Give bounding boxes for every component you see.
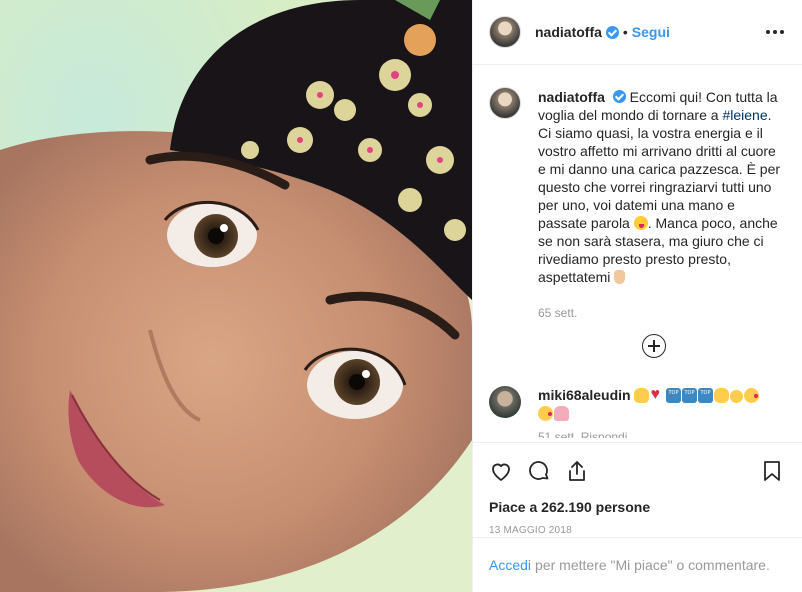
top-emoji-icon bbox=[698, 384, 714, 403]
caption-avatar[interactable] bbox=[489, 87, 521, 119]
action-icons bbox=[489, 457, 786, 485]
share-icon[interactable] bbox=[565, 459, 589, 483]
victory-hand-emoji-icon bbox=[614, 270, 626, 284]
comment-item: miki68aleudin bbox=[489, 384, 786, 422]
verified-badge-icon bbox=[612, 90, 626, 103]
author-username[interactable]: nadiatoffa bbox=[535, 24, 602, 40]
login-prompt: Accedi per mettere "Mi piace" o commenta… bbox=[473, 537, 802, 592]
follow-button[interactable]: Segui bbox=[632, 24, 670, 40]
person-raising-hand-emoji-icon bbox=[554, 406, 569, 421]
heart-icon[interactable] bbox=[489, 459, 513, 483]
comment-meta: 51 sett. Rispondi bbox=[538, 430, 628, 438]
post-photo[interactable] bbox=[0, 0, 472, 592]
plus-circle-icon[interactable] bbox=[642, 334, 666, 358]
kiss-emoji-icon bbox=[744, 388, 760, 403]
commenter-username[interactable]: miki68aleudin bbox=[538, 387, 631, 403]
login-link[interactable]: Accedi bbox=[489, 557, 531, 573]
comment-text: miki68aleudin bbox=[538, 384, 786, 422]
caption-text: nadiatoffa Eccomi qui! Con tutta la vogl… bbox=[538, 88, 786, 286]
post-actions: Piace a 262.190 persone 13 maggio 2018 bbox=[473, 442, 802, 536]
post-side-panel: nadiatoffa • Segui nadiatoffa Eccomi qui… bbox=[472, 0, 802, 592]
separator-dot: • bbox=[622, 24, 628, 40]
comments-section[interactable]: nadiatoffa Eccomi qui! Con tutta la vogl… bbox=[473, 66, 802, 442]
tongue-emoji-icon bbox=[633, 216, 648, 230]
thumbs-up-emoji-icon bbox=[634, 388, 650, 403]
caption-time[interactable]: 65 sett. bbox=[538, 306, 786, 320]
caption: nadiatoffa Eccomi qui! Con tutta la vogl… bbox=[489, 87, 786, 286]
post-header: nadiatoffa • Segui bbox=[473, 0, 802, 65]
verified-badge-icon bbox=[605, 25, 619, 39]
commenter-avatar[interactable] bbox=[489, 386, 521, 418]
caption-part2: . Ci siamo quasi, la vostra energia e il… bbox=[538, 107, 781, 231]
kiss-emoji-icon bbox=[538, 406, 553, 421]
top-emoji-icon bbox=[666, 384, 682, 403]
more-options-icon[interactable] bbox=[762, 26, 788, 38]
smile-emoji-icon bbox=[730, 390, 744, 403]
caption-username[interactable]: nadiatoffa bbox=[538, 89, 605, 105]
author-avatar[interactable] bbox=[489, 16, 521, 48]
bookmark-icon[interactable] bbox=[760, 459, 784, 483]
login-prompt-text: per mettere "Mi piace" o commentare. bbox=[535, 557, 770, 573]
top-emoji-icon bbox=[682, 384, 698, 403]
hashtag-link[interactable]: #leiene bbox=[722, 107, 767, 123]
selfie-image bbox=[0, 0, 472, 592]
comment-icon[interactable] bbox=[527, 459, 551, 483]
likes-count[interactable]: Piace a 262.190 persone bbox=[489, 499, 786, 515]
post-date[interactable]: 13 maggio 2018 bbox=[489, 525, 786, 536]
ok-hand-emoji-icon bbox=[714, 388, 730, 403]
heart-emoji-icon bbox=[650, 386, 665, 404]
